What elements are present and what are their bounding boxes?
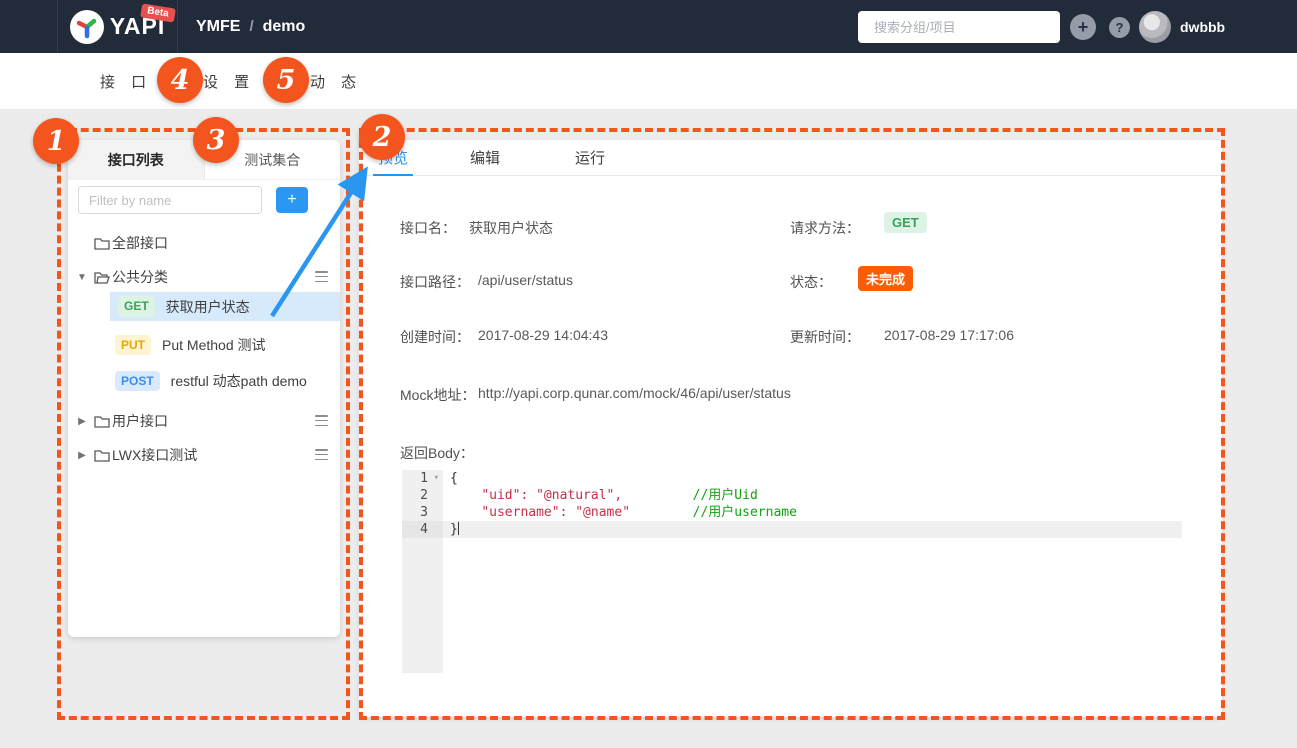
mock-label: Mock地址： <box>400 385 475 405</box>
folder-icon <box>94 237 110 250</box>
caret-right-icon[interactable]: ▶ <box>76 450 88 461</box>
folder-icon <box>94 415 110 428</box>
tree-group-user-interface[interactable]: ▶ 用户接口 <box>68 407 340 435</box>
method-badge-post: POST <box>115 371 160 392</box>
annotation-circle-3: 3 <box>193 117 239 163</box>
body-label: 返回Body： <box>400 443 474 463</box>
add-project-button[interactable]: + <box>1070 14 1096 40</box>
help-button[interactable]: ? <box>1109 17 1130 38</box>
method-badge-put: PUT <box>115 335 151 356</box>
tree-group-label: LWX接口测试 <box>112 445 197 465</box>
tree-item-put-method-test[interactable]: PUT Put Method 测试 <box>68 331 340 359</box>
name-value: 获取用户状态 <box>469 218 553 238</box>
tab-edit[interactable]: 编辑 <box>470 140 500 175</box>
tree-item-restful-path-demo[interactable]: POST restful 动态path demo <box>68 367 340 395</box>
status-label: 状态： <box>790 272 832 292</box>
interface-list-panel: 接口列表 测试集合 + 全部接口 ▼ 公共分类 GET 获取用户状态 PUT P… <box>68 140 340 637</box>
top-navbar: YAPI Beta YMFE / demo + ? dwbbb <box>0 0 1297 53</box>
breadcrumb-separator: / <box>249 18 253 35</box>
annotation-circle-2: 2 <box>359 114 405 160</box>
global-search <box>858 11 1060 43</box>
annotation-circle-5: 5 <box>263 57 309 103</box>
annotation-circle-1: 1 <box>33 118 79 164</box>
tree-group-public[interactable]: ▼ 公共分类 <box>68 263 340 291</box>
category-menu-icon[interactable] <box>315 271 328 282</box>
question-icon: ? <box>1116 20 1124 35</box>
filter-input[interactable] <box>78 186 262 214</box>
created-label: 创建时间： <box>400 327 470 347</box>
tab-settings[interactable]: 设 置 <box>203 53 255 110</box>
add-interface-button[interactable]: + <box>276 187 308 213</box>
interface-name: restful 动态path demo <box>171 371 307 391</box>
avatar[interactable] <box>1139 11 1171 43</box>
tab-interface[interactable]: 接 口 <box>100 53 152 110</box>
tab-activity[interactable]: 动 态 <box>310 53 362 110</box>
tree-group-label: 用户接口 <box>112 411 168 431</box>
name-label: 接口名： <box>400 218 456 238</box>
caret-right-icon[interactable]: ▶ <box>76 416 88 427</box>
annotation-circle-4: 4 <box>157 57 203 103</box>
caret-down-icon[interactable]: ▼ <box>76 272 88 283</box>
search-input[interactable] <box>874 20 1050 35</box>
tree-item-label: 全部接口 <box>112 233 168 253</box>
updated-value: 2017-08-29 17:17:06 <box>884 327 1014 343</box>
method-badge-get: GET <box>118 296 155 317</box>
folder-icon <box>94 449 110 462</box>
tree-item-all-interfaces[interactable]: 全部接口 <box>68 229 340 257</box>
method-label: 请求方法： <box>790 218 860 238</box>
yapi-page: YAPI Beta YMFE / demo + ? dwbbb 接 口 设 置 … <box>0 0 1297 748</box>
breadcrumb-group[interactable]: YMFE <box>196 18 240 36</box>
path-value: /api/user/status <box>478 272 573 288</box>
path-label: 接口路径： <box>400 272 470 292</box>
category-menu-icon[interactable] <box>315 415 328 426</box>
tab-run[interactable]: 运行 <box>575 140 605 175</box>
category-menu-icon[interactable] <box>315 449 328 460</box>
detail-tabs: 预览 编辑 运行 <box>359 140 1222 176</box>
created-value: 2017-08-29 14:04:43 <box>478 327 608 343</box>
interface-name: 获取用户状态 <box>166 297 250 317</box>
status-badge: 未完成 <box>858 266 913 291</box>
plus-icon: + <box>1078 18 1089 36</box>
method-value-badge: GET <box>884 212 927 233</box>
breadcrumb: YMFE / demo <box>196 0 305 53</box>
updated-label: 更新时间： <box>790 327 860 347</box>
code-gutter: 1▾234 <box>402 470 443 673</box>
plus-icon: + <box>287 192 296 208</box>
mock-url: http://yapi.corp.qunar.com/mock/46/api/u… <box>478 385 791 401</box>
tree-group-label: 公共分类 <box>112 267 168 287</box>
yapi-logo-icon <box>70 10 104 44</box>
tab-api-list[interactable]: 接口列表 <box>68 140 205 179</box>
username[interactable]: dwbbb <box>1180 0 1225 53</box>
breadcrumb-project[interactable]: demo <box>263 18 306 36</box>
tree-group-lwx-test[interactable]: ▶ LWX接口测试 <box>68 441 340 469</box>
interface-name: Put Method 测试 <box>162 335 266 355</box>
tree-item-get-user-status[interactable]: GET 获取用户状态 <box>110 292 340 321</box>
interface-detail-panel: 预览 编辑 运行 接口名： 获取用户状态 请求方法： GET 接口路径： /ap… <box>359 140 1222 717</box>
folder-open-icon <box>94 271 110 284</box>
response-body-editor[interactable]: 1▾234 { "uid": "@natural", //用户Uid "user… <box>402 470 1182 673</box>
code-lines: { "uid": "@natural", //用户Uid "username":… <box>443 470 1182 673</box>
